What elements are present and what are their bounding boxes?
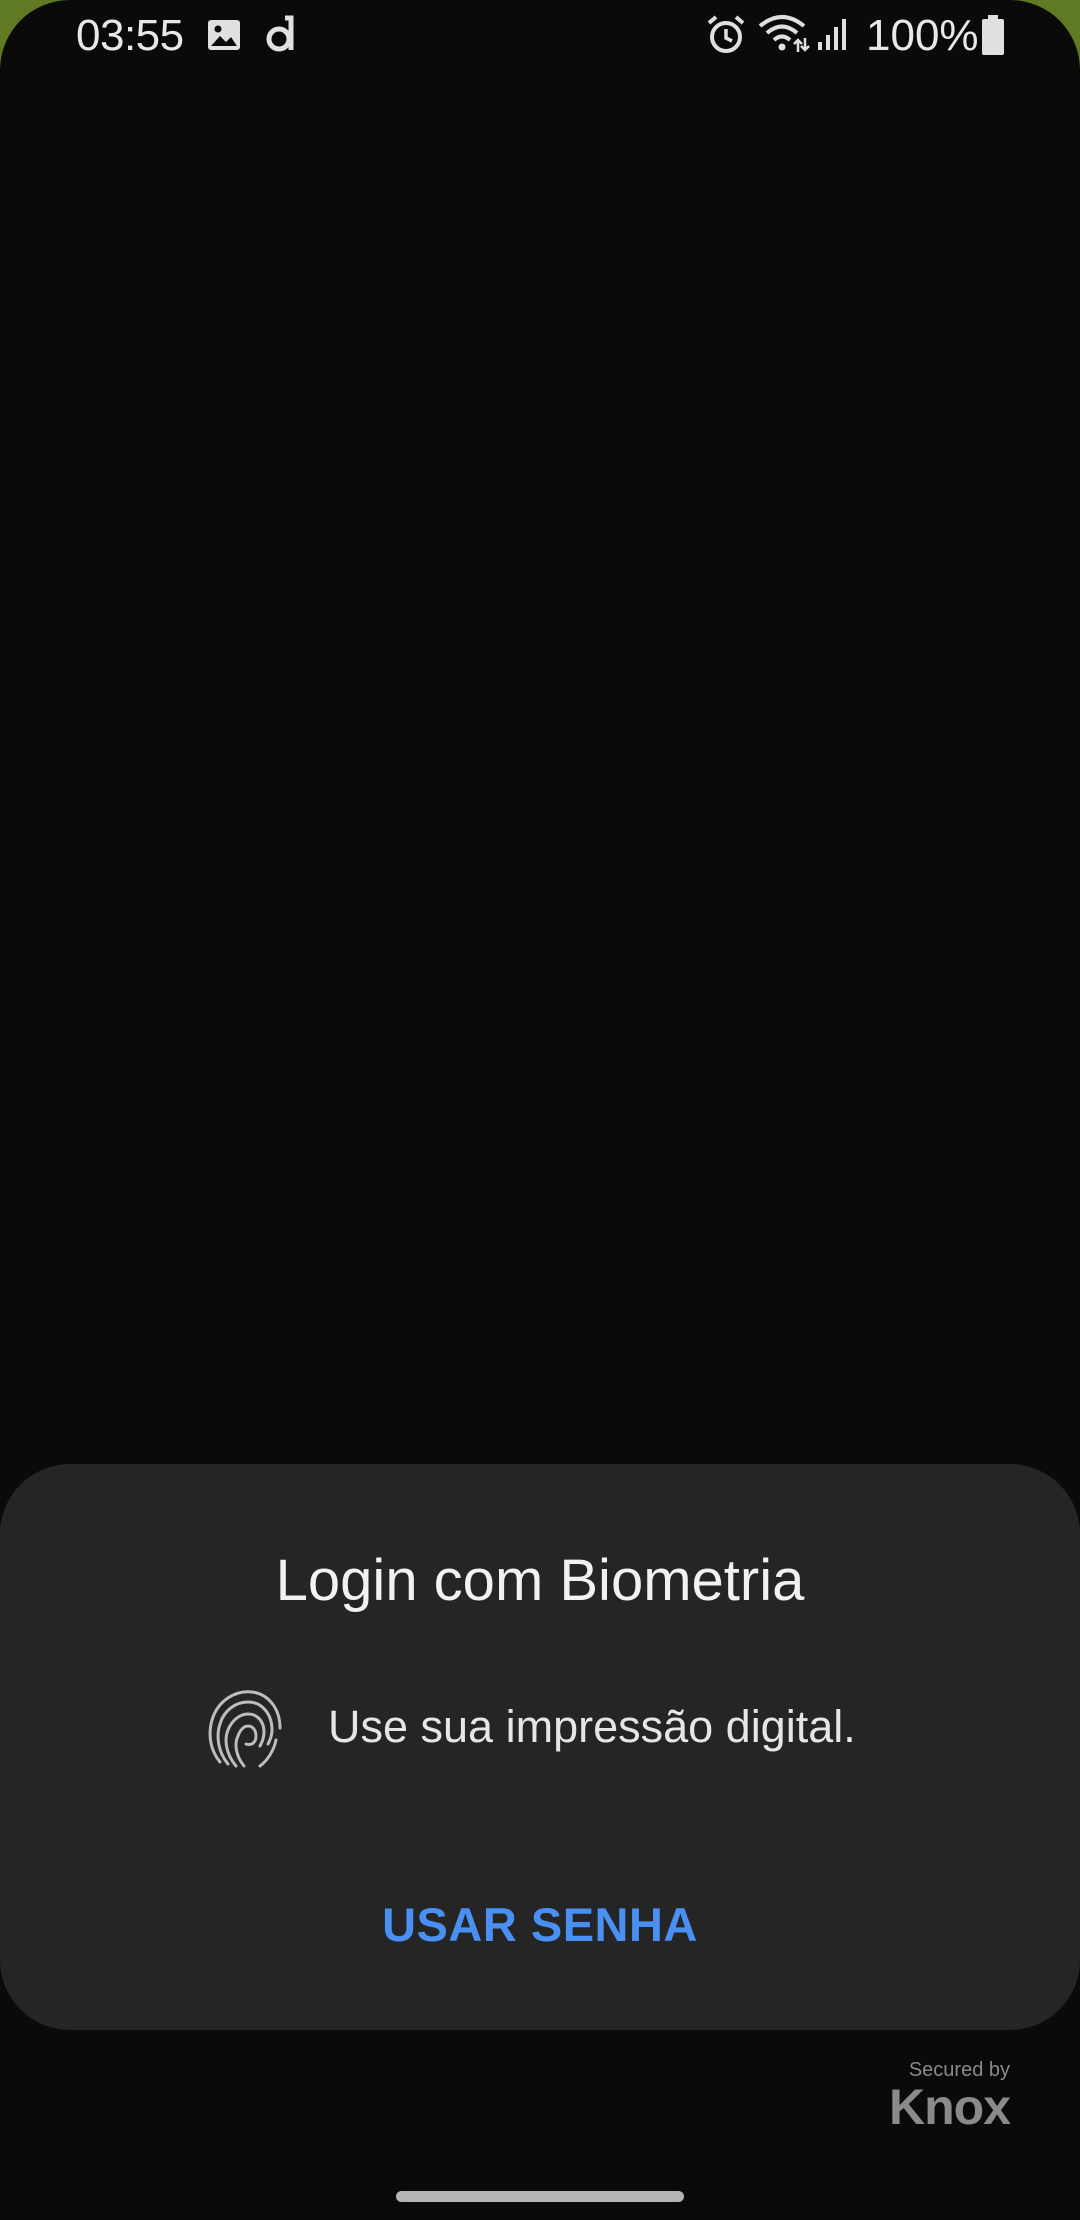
home-indicator[interactable] [396,2191,684,2202]
dialog-title: Login com Biometria [275,1548,805,1613]
d-app-icon [266,15,294,52]
status-time: 03:55 [76,11,184,60]
use-password-button[interactable]: USAR SENHA [340,1880,740,1970]
knox-logo: Secured by Knox [880,2058,1011,2135]
battery-percent: 100% [866,11,979,60]
biometric-dialog: Login com Biometria Use sua impressão di… [0,1464,1080,2030]
battery-icon [982,15,1004,55]
alarm-icon [707,15,745,53]
signal-icon [818,19,846,50]
gallery-icon [208,20,240,50]
fingerprint-icon [208,1690,282,1768]
wifi-icon [758,15,810,52]
dialog-subtitle: Use sua impressão digital. [328,1701,856,1752]
status-bar: 03:55 100% [0,0,1080,72]
knox-brand: Knox [889,2079,1011,2135]
screen: 03:55 100% Login com Biometria Use sua i… [0,0,1080,2220]
